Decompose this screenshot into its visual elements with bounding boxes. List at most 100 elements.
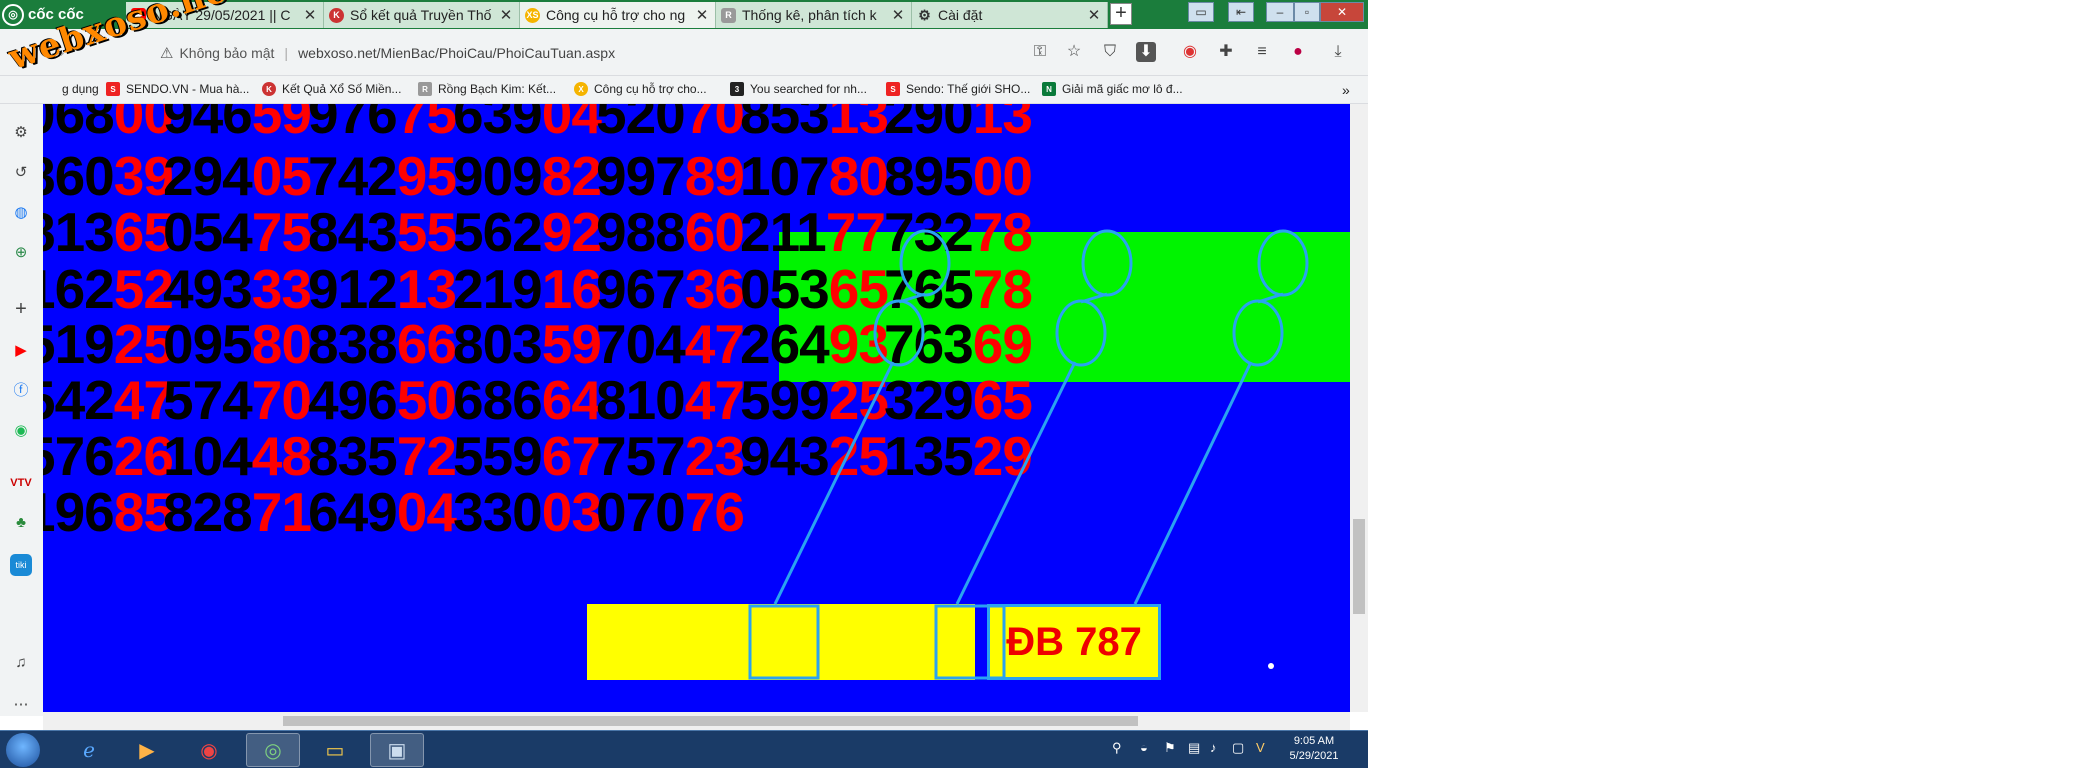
new-tab-button[interactable]: + <box>1110 3 1132 25</box>
bookmark-giai-ma[interactable]: N Giải mã giấc mơ lô đ... <box>1042 82 1183 96</box>
number-cell: 97675 <box>308 104 457 144</box>
sendo-icon: S <box>106 82 120 96</box>
bookmark-you-searched[interactable]: 3 You searched for nh... <box>730 82 867 96</box>
tiki-icon[interactable]: tiki <box>10 554 32 576</box>
minimize-button[interactable]: – <box>1266 2 1294 22</box>
tab-cai-dat[interactable]: ⚙ Cài đặt ✕ <box>912 2 1108 28</box>
number-suffix: 04 <box>396 481 457 543</box>
close-icon[interactable]: ✕ <box>303 6 317 24</box>
sendo-icon: S <box>886 82 900 96</box>
tray-unikey-icon[interactable]: V <box>1256 740 1265 755</box>
tray-display-icon[interactable]: ▢ <box>1232 740 1244 756</box>
close-icon[interactable]: ✕ <box>499 6 513 24</box>
facebook-icon[interactable]: ⓕ <box>10 380 32 402</box>
highlight-yellow-block <box>587 604 975 680</box>
horizontal-scroll-thumb[interactable] <box>283 716 1138 726</box>
coccoc-icon[interactable]: ◉ <box>1180 42 1200 62</box>
tray-zalo-icon[interactable]: ◒ <box>1140 740 1148 755</box>
horizontal-scrollbar[interactable] <box>43 712 1350 730</box>
messenger-icon[interactable]: ◍ <box>10 202 32 224</box>
xs-icon: XS <box>525 7 540 23</box>
photo-viewer-icon[interactable]: ▣ <box>370 733 424 767</box>
number-prefix: 912 <box>308 258 398 320</box>
more-bookmarks-icon[interactable]: » <box>1342 82 1350 98</box>
number-suffix: 75 <box>251 201 312 263</box>
number-suffix: 59 <box>251 104 312 145</box>
spotify-icon[interactable]: ◉ <box>10 420 32 442</box>
close-icon[interactable]: ✕ <box>891 6 905 24</box>
start-button[interactable] <box>6 733 40 767</box>
playlist-icon[interactable]: ≡ <box>1252 42 1272 62</box>
download-icon[interactable]: ⬇ <box>1136 42 1156 62</box>
close-icon[interactable]: ✕ <box>1087 6 1101 24</box>
maximize-button[interactable]: ▫ <box>1294 2 1320 22</box>
notification-bell-icon[interactable]: ♫ <box>10 652 32 674</box>
number-suffix: 71 <box>251 481 312 543</box>
number-suffix: 05 <box>251 145 312 207</box>
tab-thong-ke[interactable]: R Thống kê, phân tích k ✕ <box>716 2 912 28</box>
number-cell: 16252 <box>43 259 174 319</box>
dot-marker <box>1268 663 1274 669</box>
close-icon[interactable]: ✕ <box>695 6 709 24</box>
address-bar[interactable]: ⚠ Không bảo mật | webxoso.net/MienBac/Ph… <box>160 38 1060 68</box>
number-prefix: 574 <box>163 369 253 431</box>
tray-volume-icon[interactable]: ♪ <box>1210 740 1217 755</box>
tray-monitor-icon[interactable]: ▤ <box>1188 740 1200 756</box>
key-icon[interactable]: ⚿ <box>1030 42 1050 62</box>
media-player-icon[interactable]: ▶ <box>120 733 174 767</box>
number-suffix: 04 <box>541 104 602 145</box>
number-prefix: 290 <box>884 104 974 145</box>
number-cell: 75723 <box>596 426 745 486</box>
bookmark-cong-cu[interactable]: X Công cụ hỗ trợ cho... <box>574 82 707 96</box>
bookmark-apps[interactable]: g dụng <box>62 82 99 96</box>
number-cell: 19685 <box>43 482 174 542</box>
downloads-icon[interactable]: ⤓ <box>1328 42 1348 62</box>
number-prefix: 329 <box>884 369 974 431</box>
vertical-scroll-thumb[interactable] <box>1353 519 1365 614</box>
explorer-icon[interactable]: ▭ <box>308 733 362 767</box>
profile-avatar-icon[interactable]: ● <box>1288 42 1308 62</box>
bookmarks-bar: g dụng S SENDO.VN - Mua hà... K Kết Quả Xổ… <box>0 76 1368 104</box>
tray-flag-icon[interactable]: ⚑ <box>1164 740 1176 756</box>
clock-time: 9:05 AM <box>1293 735 1335 747</box>
number-cell: 09580 <box>163 314 312 374</box>
shield-icon[interactable]: ⛉ <box>1100 42 1120 62</box>
extensions-icon[interactable]: ✚ <box>1216 42 1236 62</box>
chrome-icon[interactable]: ◉ <box>182 733 236 767</box>
vtv-icon[interactable]: VTV <box>10 472 32 494</box>
history-icon[interactable]: ↺ <box>10 162 32 184</box>
bookmark-rong-bach-kim[interactable]: R Rồng Bạch Kim: Kết... <box>418 82 556 96</box>
more-icon[interactable]: ⋯ <box>10 694 32 716</box>
leaf-icon[interactable]: ♣ <box>10 512 32 534</box>
security-label: Không bảo mật <box>179 45 275 61</box>
youtube-icon[interactable]: ▶ <box>10 340 32 362</box>
star-icon[interactable]: ☆ <box>1064 42 1084 62</box>
bookmark-sendo[interactable]: S SENDO.VN - Mua hà... <box>106 82 249 96</box>
number-cell: 76369 <box>884 314 1033 374</box>
number-prefix: 997 <box>596 145 686 207</box>
settings-gear-icon[interactable]: ⚙ <box>10 122 32 144</box>
number-suffix: 48 <box>251 425 312 487</box>
tab-cong-cu[interactable]: XS Công cụ hỗ trợ cho ng ✕ <box>520 2 716 28</box>
ie-icon[interactable]: ℯ <box>62 733 116 767</box>
bookmark-ket-qua[interactable]: K Kết Quả Xổ Số Miền... <box>262 82 401 96</box>
number-suffix: 50 <box>396 369 457 431</box>
number-cell: 70447 <box>596 314 745 374</box>
tray-network-icon[interactable]: ⚲ <box>1112 740 1122 756</box>
number-prefix: 649 <box>308 481 398 543</box>
back-window-icon[interactable]: ⇤ <box>1228 2 1254 22</box>
number-prefix: 493 <box>163 258 253 320</box>
number-suffix: 93 <box>828 313 889 375</box>
number-prefix: 853 <box>740 104 830 145</box>
window-switch-icon[interactable]: ▭ <box>1188 2 1214 22</box>
game-icon[interactable]: ⊕ <box>10 242 32 264</box>
vertical-scrollbar[interactable] <box>1350 104 1368 712</box>
close-window-button[interactable]: ✕ <box>1320 2 1364 22</box>
system-clock[interactable]: 9:05 AM 5/29/2021 <box>1284 734 1344 764</box>
number-suffix: 33 <box>251 258 312 320</box>
coccoc-taskbar-icon[interactable]: ◎ <box>246 733 300 767</box>
tab-so-ket-qua[interactable]: K Sổ kết quả Truyền Thố ✕ <box>324 2 520 28</box>
add-icon[interactable]: + <box>10 298 32 320</box>
bookmark-sendo-the-gioi[interactable]: S Sendo: Thế giới SHO... <box>886 82 1030 96</box>
number-suffix: 13 <box>396 258 457 320</box>
